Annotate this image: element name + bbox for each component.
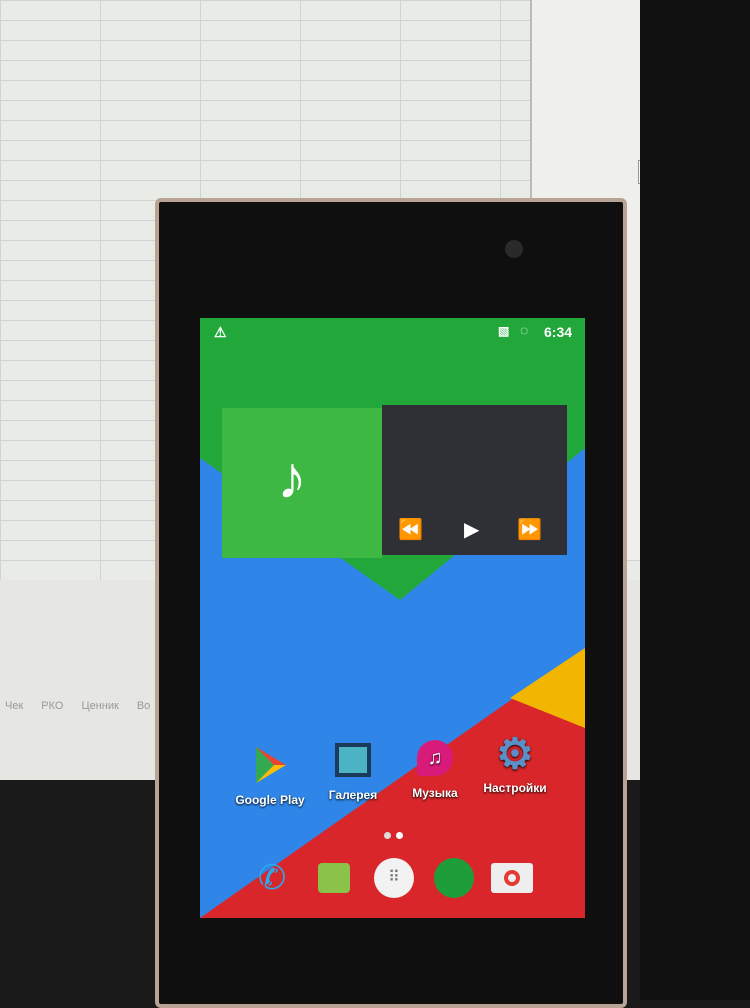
play-icon[interactable]: ▶ (464, 517, 479, 542)
phone-icon[interactable]: ✆ (250, 856, 294, 900)
app-settings[interactable]: ⚙ Настройки (470, 729, 560, 796)
album-art[interactable]: ♪ (222, 408, 382, 558)
page-dot-active[interactable] (396, 832, 403, 839)
app-label: Музыка (412, 786, 458, 800)
rewind-icon[interactable]: ⏪ (398, 517, 423, 542)
music-note-icon: ♪ (277, 444, 307, 511)
monitor-bezel (640, 0, 750, 1000)
playback-controls: ⏪ ▶ ⏩ (382, 405, 567, 555)
tab-price-tag: Ценник (81, 700, 119, 712)
loading-icon: ◌ (520, 322, 529, 338)
music-widget[interactable]: ♪ ⏪ ▶ ⏩ (222, 405, 567, 558)
messaging-icon[interactable] (312, 856, 356, 900)
page-dot[interactable] (384, 832, 391, 839)
tab-rko: РКО (41, 700, 64, 712)
app-label: Настройки (483, 781, 547, 795)
tab-check: Чек (5, 700, 24, 712)
fast-forward-icon[interactable]: ⏩ (517, 517, 542, 542)
hangouts-icon[interactable] (432, 856, 476, 900)
app-music[interactable]: ♫ Музыка (390, 736, 480, 800)
phone-screen: ⚠ ▧ ◌ 6:34 ♪ ⏪ ▶ ⏩ Google Play Галерея ♫… (200, 318, 585, 918)
no-sim-icon: ▧ (498, 324, 510, 338)
clock: 6:34 (544, 324, 573, 340)
app-google-play[interactable]: Google Play (225, 743, 315, 807)
background-tabs: Чек РКО Ценник Во (5, 700, 150, 712)
page-indicator (384, 832, 403, 839)
warning-icon: ⚠ (214, 324, 227, 340)
status-bar: ⚠ ▧ ◌ 6:34 (200, 318, 585, 346)
gallery-icon (331, 738, 375, 782)
app-drawer-icon[interactable]: ⠿ (372, 856, 416, 900)
front-camera (505, 240, 523, 258)
tab-partial: Во (136, 700, 151, 712)
app-label: Галерея (328, 788, 378, 802)
app-label: Google Play (235, 793, 305, 807)
music-icon: ♫ (413, 736, 457, 780)
google-play-icon (248, 743, 292, 787)
app-gallery[interactable]: Галерея (308, 738, 398, 802)
camera-icon[interactable] (490, 856, 534, 900)
settings-icon: ⚙ (496, 729, 534, 777)
